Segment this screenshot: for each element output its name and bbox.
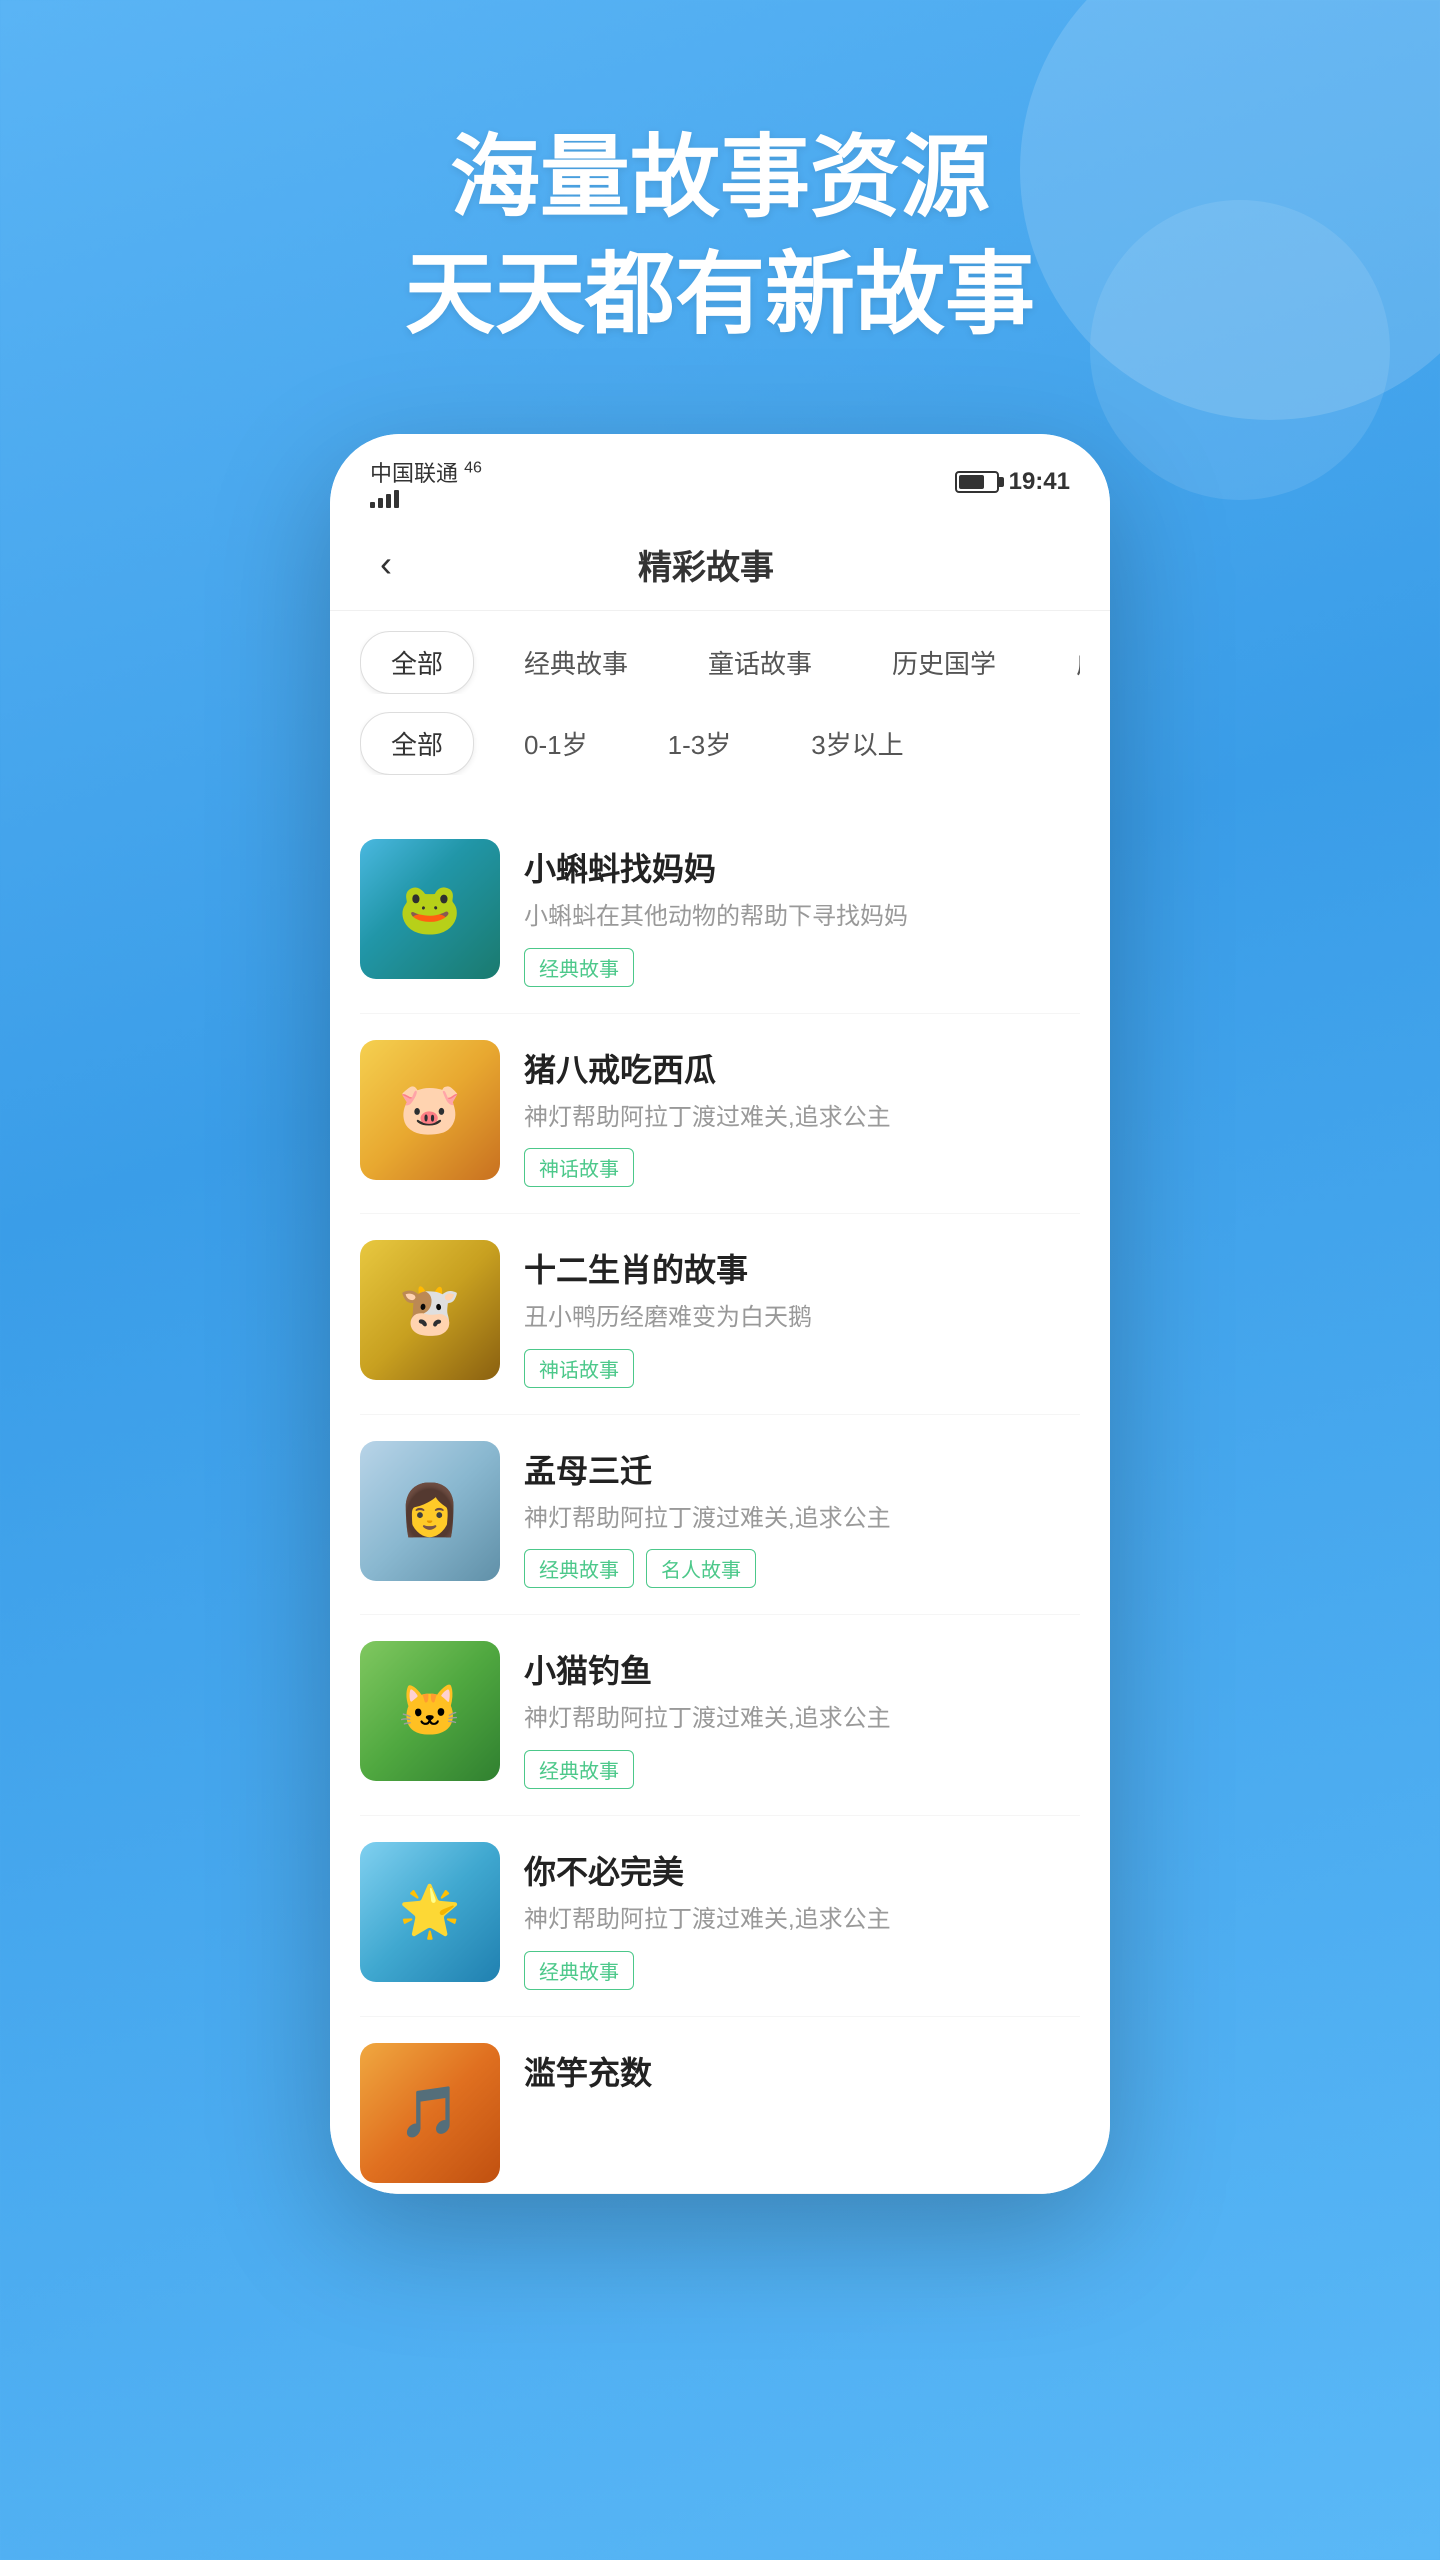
story-item[interactable]: 🎵 滥竽充数 (360, 2017, 1080, 2194)
story-item[interactable]: 👩 孟母三迁 神灯帮助阿拉丁渡过难关,追求公主 经典故事 名人故事 (360, 1415, 1080, 1616)
story-title: 孟母三迁 (524, 1446, 1080, 1492)
story-item[interactable]: 🌟 你不必完美 神灯帮助阿拉丁渡过难关,追求公主 经典故事 (360, 1816, 1080, 2017)
filter-idiom[interactable]: 成语故 (1046, 632, 1080, 693)
story-item[interactable]: 🐸 小蝌蚪找妈妈 小蝌蚪在其他动物的帮助下寻找妈妈 经典故事 (360, 813, 1080, 1014)
hero-line1: 海量故事资源 (450, 128, 990, 228)
signal-type: 46 (464, 460, 482, 477)
story-tag: 神话故事 (524, 1349, 634, 1388)
story-cover: 🐱 (360, 1641, 500, 1781)
story-title: 滥竽充数 (524, 2048, 1080, 2094)
filter-all[interactable]: 全部 (360, 631, 474, 694)
story-title: 小猫钓鱼 (524, 1646, 1080, 1692)
cover-image: 🎵 (360, 2043, 500, 2183)
story-title: 十二生肖的故事 (524, 1245, 1080, 1291)
story-tag: 经典故事 (524, 1750, 634, 1789)
story-title: 猪八戒吃西瓜 (524, 1045, 1080, 1091)
phone-mockup: 中国联通 46 19:41 ‹ 精彩故事 (330, 434, 1110, 2194)
story-cover: 🐮 (360, 1240, 500, 1380)
story-tags: 经典故事 名人故事 (524, 1549, 1080, 1588)
story-info: 小蝌蚪找妈妈 小蝌蚪在其他动物的帮助下寻找妈妈 经典故事 (524, 839, 1080, 987)
time-section: 19:41 (955, 468, 1070, 496)
story-cover: 🌟 (360, 1842, 500, 1982)
story-item[interactable]: 🐮 十二生肖的故事 丑小鸭历经磨难变为白天鹅 神话故事 (360, 1214, 1080, 1415)
filter-history[interactable]: 历史国学 (862, 632, 1026, 693)
carrier-text: 中国联通 46 (370, 456, 482, 508)
story-desc: 小蝌蚪在其他动物的帮助下寻找妈妈 (524, 900, 1080, 934)
cover-image: 👩 (360, 1441, 500, 1581)
story-info: 你不必完美 神灯帮助阿拉丁渡过难关,追求公主 经典故事 (524, 1842, 1080, 1990)
story-tag: 神话故事 (524, 1148, 634, 1187)
story-info: 猪八戒吃西瓜 神灯帮助阿拉丁渡过难关,追求公主 神话故事 (524, 1040, 1080, 1188)
story-info: 小猫钓鱼 神灯帮助阿拉丁渡过难关,追求公主 经典故事 (524, 1641, 1080, 1789)
story-info: 滥竽充数 (524, 2043, 1080, 2104)
cover-image: 🐱 (360, 1641, 500, 1781)
hero-section: 海量故事资源 天天都有新故事 (405, 120, 1035, 354)
filter-section: 全部 经典故事 童话故事 历史国学 成语故 全部 0-1岁 1-3岁 3岁以上 (330, 611, 1110, 813)
story-tags: 神话故事 (524, 1349, 1080, 1388)
story-list: 🐸 小蝌蚪找妈妈 小蝌蚪在其他动物的帮助下寻找妈妈 经典故事 🐷 猪八戒吃西瓜 (330, 813, 1110, 2194)
page-title: 精彩故事 (402, 540, 1010, 589)
story-desc: 丑小鸭历经磨难变为白天鹅 (524, 1301, 1080, 1335)
cover-image: 🐷 (360, 1040, 500, 1180)
story-tags: 经典故事 (524, 1750, 1080, 1789)
story-info: 孟母三迁 神灯帮助阿拉丁渡过难关,追求公主 经典故事 名人故事 (524, 1441, 1080, 1589)
age-3plus[interactable]: 3岁以上 (781, 713, 933, 774)
story-cover: 🎵 (360, 2043, 500, 2183)
hero-line2: 天天都有新故事 (405, 245, 1035, 345)
story-tag: 经典故事 (524, 948, 634, 987)
nav-bar: ‹ 精彩故事 (330, 518, 1110, 611)
filter-fairytale[interactable]: 童话故事 (678, 632, 842, 693)
clock-display: 19:41 (1009, 468, 1070, 496)
story-cover: 🐸 (360, 839, 500, 979)
story-tags: 经典故事 (524, 948, 1080, 987)
age-filter-row: 全部 0-1岁 1-3岁 3岁以上 (360, 712, 1080, 775)
signal-icon (370, 488, 482, 508)
filter-classic[interactable]: 经典故事 (494, 632, 658, 693)
story-tag: 经典故事 (524, 1549, 634, 1588)
story-desc: 神灯帮助阿拉丁渡过难关,追求公主 (524, 1702, 1080, 1736)
cover-image: 🌟 (360, 1842, 500, 1982)
cover-image: 🐮 (360, 1240, 500, 1380)
phone-screen: 中国联通 46 19:41 ‹ 精彩故事 (330, 434, 1110, 2194)
story-cover: 🐷 (360, 1040, 500, 1180)
story-tag: 经典故事 (524, 1951, 634, 1990)
story-cover: 👩 (360, 1441, 500, 1581)
category-filter-row: 全部 经典故事 童话故事 历史国学 成语故 (360, 631, 1080, 694)
story-title: 你不必完美 (524, 1847, 1080, 1893)
story-tags: 经典故事 (524, 1951, 1080, 1990)
story-info: 十二生肖的故事 丑小鸭历经磨难变为白天鹅 神话故事 (524, 1240, 1080, 1388)
story-item[interactable]: 🐱 小猫钓鱼 神灯帮助阿拉丁渡过难关,追求公主 经典故事 (360, 1615, 1080, 1816)
status-bar: 中国联通 46 19:41 (330, 434, 1110, 518)
story-title: 小蝌蚪找妈妈 (524, 844, 1080, 890)
story-desc: 神灯帮助阿拉丁渡过难关,追求公主 (524, 1101, 1080, 1135)
battery-icon (955, 471, 999, 493)
age-0-1[interactable]: 0-1岁 (494, 713, 618, 774)
story-desc: 神灯帮助阿拉丁渡过难关,追求公主 (524, 1502, 1080, 1536)
back-button[interactable]: ‹ (370, 538, 402, 590)
story-item[interactable]: 🐷 猪八戒吃西瓜 神灯帮助阿拉丁渡过难关,追求公主 神话故事 (360, 1014, 1080, 1215)
story-tag: 名人故事 (646, 1549, 756, 1588)
cover-image: 🐸 (360, 839, 500, 979)
story-tags: 神话故事 (524, 1148, 1080, 1187)
age-all[interactable]: 全部 (360, 712, 474, 775)
story-desc: 神灯帮助阿拉丁渡过难关,追求公主 (524, 1903, 1080, 1937)
age-1-3[interactable]: 1-3岁 (638, 713, 762, 774)
